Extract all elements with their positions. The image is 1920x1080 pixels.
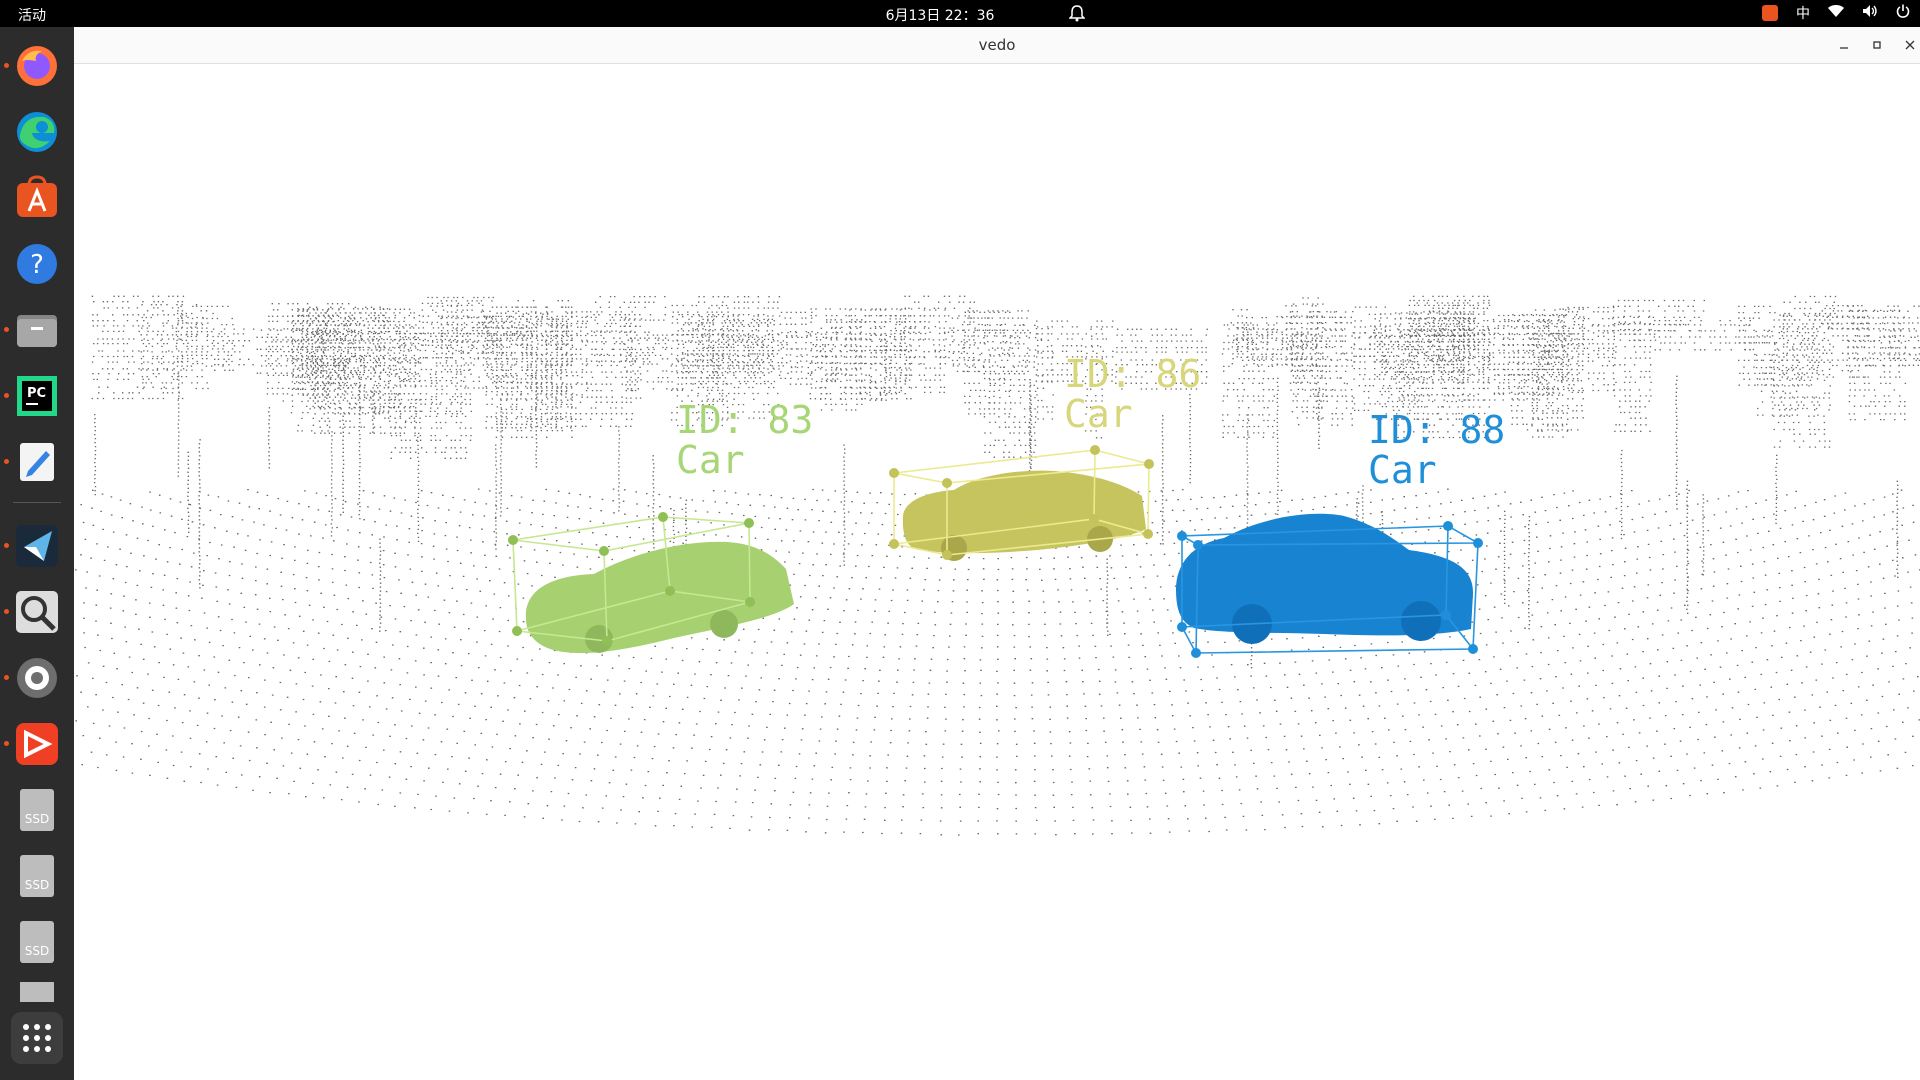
firefox-icon[interactable] [11,40,63,92]
object-id-text: ID: 83 [676,398,814,442]
svg-text:SSD: SSD [25,812,49,826]
app-center-icon[interactable] [11,172,63,224]
running-indicator [4,459,9,464]
car-object-83[interactable] [508,512,794,654]
running-indicator [4,741,9,746]
object-class-text: Car [1368,448,1437,492]
3d-viewport[interactable]: ID: 83 Car ID: 86 Car ID: 88 Car [74,64,1920,1080]
maximize-button[interactable] [1865,33,1889,57]
object-class-text: Car [676,438,745,482]
wheel [710,610,738,638]
input-method-indicator[interactable]: 中 [1796,3,1810,23]
running-indicator [4,675,9,680]
ssd-drive-icon[interactable]: SSD [11,916,63,968]
notification-bell-icon[interactable] [1068,4,1086,26]
show-apps-grid-icon[interactable] [11,1012,63,1064]
window-titlebar[interactable]: vedo [74,27,1920,64]
running-indicator [4,609,9,614]
power-icon[interactable] [1896,4,1910,22]
drive-icon[interactable] [11,982,63,1002]
files-icon[interactable] [11,304,63,356]
object-label-86: ID: 86 Car [1064,354,1201,434]
top-bar: 活动 6月13日 22：36 中 [0,0,1920,27]
sunlogin-icon[interactable] [11,718,63,770]
object-class-text: Car [1064,392,1133,436]
object-label-83: ID: 83 Car [676,400,813,480]
svg-text:SSD: SSD [25,878,49,892]
sunlogin-tray-icon[interactable] [1762,5,1778,21]
dock-separator [13,502,61,503]
activities-button[interactable]: 活动 [18,5,46,25]
running-indicator [4,543,9,548]
dock: ? PC SSD SSD SSD [0,27,74,1080]
ssd-drive-icon[interactable]: SSD [11,784,63,836]
lidar-point-cloud [75,295,1920,836]
pycharm-icon[interactable]: PC [11,370,63,422]
object-id-text: ID: 88 [1368,408,1506,452]
system-tray: 中 [1762,3,1910,23]
wheel [1401,601,1441,641]
image-search-icon[interactable] [11,586,63,638]
ssd-drive-icon[interactable]: SSD [11,850,63,902]
running-indicator [4,327,9,332]
settings-gear-icon[interactable] [11,652,63,704]
car-object-86[interactable] [889,445,1154,561]
svg-text:SSD: SSD [25,944,49,958]
volume-icon[interactable] [1862,4,1878,22]
object-label-88: ID: 88 Car [1368,410,1505,490]
running-indicator [4,393,9,398]
minimize-button[interactable] [1832,33,1856,57]
close-button[interactable] [1898,33,1920,57]
help-icon[interactable]: ? [11,238,63,290]
vedo-window: vedo ID: 83 Car ID: 86 Car ID: 88 Car [74,27,1920,1080]
svg-text:?: ? [30,250,44,280]
object-id-text: ID: 86 [1064,352,1202,396]
point-cloud-points [75,295,1920,836]
running-indicator [4,63,9,68]
svg-text:PC: PC [27,386,46,401]
text-editor-icon[interactable] [11,436,63,488]
clock[interactable]: 6月13日 22：36 [840,5,1040,25]
kite-icon[interactable] [11,520,63,572]
window-title: vedo [978,36,1016,54]
point-cloud-scene [75,295,1920,836]
car-object-88[interactable] [1176,513,1483,658]
edge-icon[interactable] [11,106,63,158]
clock-text: 6月13日 22：36 [885,8,995,24]
wifi-icon[interactable] [1828,4,1844,22]
